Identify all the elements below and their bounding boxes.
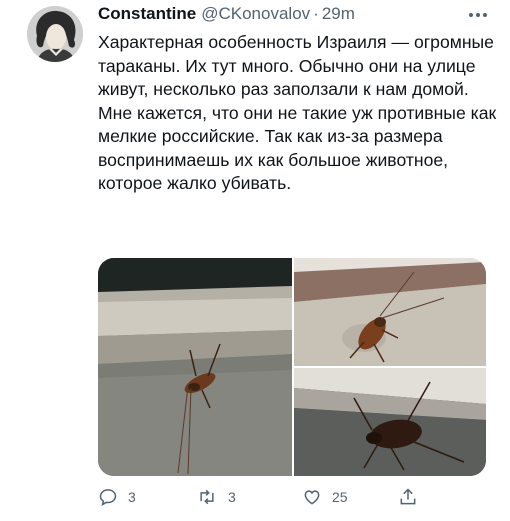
tweet[interactable]: Constantine @CKonovalov · 29m Характерна… [0, 0, 510, 521]
header-separator: · [313, 4, 319, 23]
media-photo-1[interactable] [98, 258, 292, 476]
tweet-header: Constantine @CKonovalov · 29m [98, 4, 355, 26]
like-button[interactable]: 25 [302, 484, 348, 510]
media-photo-3[interactable] [294, 368, 486, 476]
heart-icon [304, 490, 320, 505]
more-dots-icon[interactable] [466, 8, 490, 22]
like-count: 25 [332, 489, 348, 505]
retweet-button[interactable]: 3 [196, 484, 236, 510]
media-photo-2[interactable] [294, 258, 486, 366]
tweet-timestamp[interactable]: 29m [322, 4, 355, 24]
tweet-text: Характерная особенность Израиля — огромн… [98, 31, 498, 196]
author-name[interactable]: Constantine [98, 4, 196, 24]
avatar-portrait [27, 6, 83, 62]
tweet-paragraph-2: Мне кажется, что они не такие уж противн… [98, 102, 497, 194]
author-handle[interactable]: @CKonovalov [201, 4, 310, 24]
share-upload-icon [400, 488, 416, 505]
retweet-count: 3 [228, 489, 236, 505]
reply-count: 3 [128, 489, 136, 505]
reply-button[interactable]: 3 [98, 484, 136, 510]
tweet-actions: 3 3 25 [98, 484, 498, 510]
retweet-icon [200, 489, 214, 505]
tweet-paragraph-1: Характерная особенность Израиля — огромн… [98, 32, 494, 99]
avatar[interactable] [27, 6, 83, 62]
reply-bubble-icon [99, 489, 117, 506]
media-grid [98, 258, 486, 476]
share-button[interactable] [398, 484, 418, 510]
